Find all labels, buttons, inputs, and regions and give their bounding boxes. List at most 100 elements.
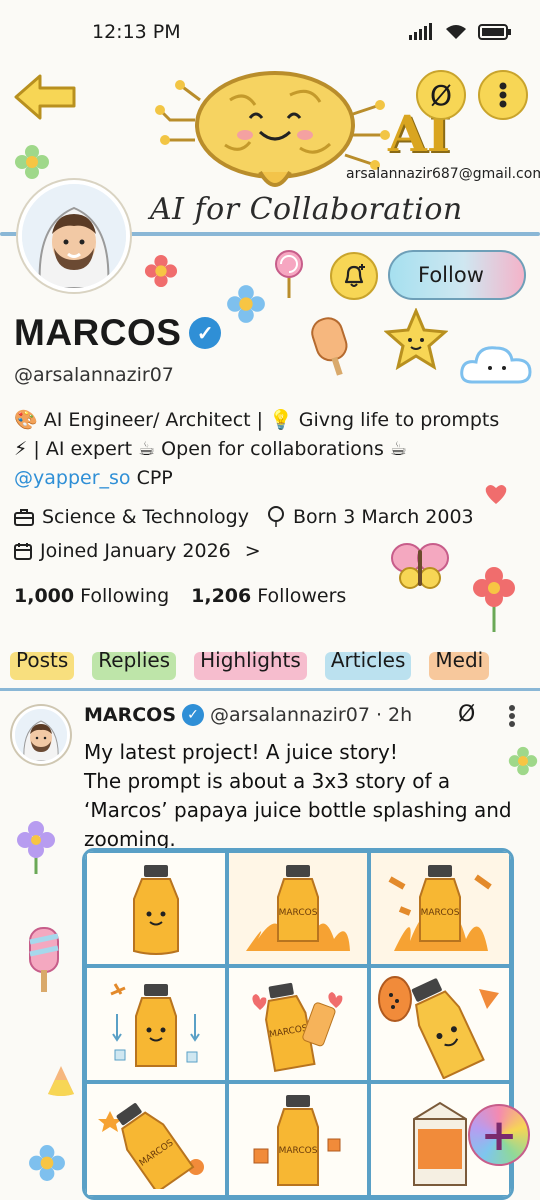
post-header: MARCOS ✓ @arsalannazir07 · 2h	[84, 704, 412, 726]
post-more-button[interactable]	[508, 704, 516, 732]
verified-badge-icon: ✓	[182, 704, 205, 726]
notify-bell-button[interactable]	[330, 252, 378, 300]
compose-fab-button[interactable]: +	[468, 1104, 530, 1166]
popsicle-icon	[311, 317, 348, 376]
followers-link[interactable]: 1,206 Followers	[191, 585, 346, 607]
born-text: Born 3 March 2003	[292, 506, 474, 528]
post-text-line: The prompt is about a 3x3 story of a ‘Ma…	[84, 769, 512, 851]
candy-corn-icon	[48, 1066, 74, 1096]
tab-posts[interactable]: Posts	[6, 644, 78, 684]
splash-icon: MARCOS	[246, 864, 350, 951]
briefcase-icon	[14, 509, 34, 526]
avatar-illustration	[15, 709, 67, 761]
bio-line: ⚡ | AI expert ☕ Open for collaborations …	[14, 438, 407, 460]
profile-handle: @arsalannazir07	[14, 364, 174, 386]
bio-suffix: CPP	[130, 467, 173, 489]
back-button[interactable]	[10, 72, 80, 122]
post-author-name[interactable]: MARCOS	[84, 704, 176, 726]
juice-bottle-icon: MARCOS	[253, 1095, 341, 1187]
flower-icon	[473, 567, 515, 632]
bio-line: 🎨 AI Engineer/ Architect | 💡 Givng life …	[14, 409, 500, 431]
status-icons	[408, 23, 512, 41]
category-item: Science & Technology	[14, 506, 249, 528]
tab-articles[interactable]: Articles	[321, 644, 416, 684]
post-handle-time: @arsalannazir07 · 2h	[210, 704, 413, 726]
bio-line: @yapper_so CPP	[14, 464, 514, 493]
signal-icon	[409, 23, 432, 40]
follow-label: Follow	[418, 263, 484, 287]
joined-text: Joined January 2026	[40, 540, 231, 562]
splash-icon: MARCOS	[388, 864, 492, 951]
flower-icon	[227, 285, 265, 323]
star-icon	[384, 308, 448, 370]
avatar-illustration	[22, 184, 126, 288]
profile-name-text: MARCOS	[14, 312, 182, 353]
cloud-icon	[460, 346, 532, 384]
post-image-grid[interactable]: MARCOS MARCOS MARCOS MARCOS MARCOS	[82, 848, 514, 1200]
grid-cell: MARCOS	[227, 1081, 369, 1197]
profile-tabs: Posts Replies Highlights Articles Medi	[0, 644, 540, 684]
profile-meta: Science & Technology Born 3 March 2003	[14, 506, 474, 528]
grid-cell: MARCOS	[369, 851, 511, 967]
grid-cell: MARCOS	[85, 1081, 227, 1197]
post-text-line: My latest project! A juice story!	[84, 740, 398, 764]
tab-highlights[interactable]: Highlights	[190, 644, 311, 684]
banner-title: AI for Collaboration	[150, 192, 463, 227]
back-arrow-icon	[14, 74, 76, 120]
svg-text:MARCOS: MARCOS	[279, 908, 318, 918]
tab-media[interactable]: Medi	[425, 644, 493, 684]
popsicle-icon	[29, 927, 59, 992]
following-link[interactable]: 1,000 Following	[14, 585, 169, 607]
wifi-icon	[446, 25, 466, 39]
banner-email: arsalannazir687@gmail.com	[346, 166, 540, 182]
flower-icon	[144, 254, 178, 288]
balloon-icon	[267, 506, 284, 527]
post-no-link-icon[interactable]: Ø	[458, 702, 475, 727]
grid-cell	[85, 851, 227, 967]
battery-icon	[478, 24, 511, 40]
followers-count: 1,206	[191, 585, 252, 607]
grid-cell: MARCOS	[227, 966, 369, 1082]
more-vertical-icon	[499, 82, 507, 108]
follow-button[interactable]: Follow	[388, 250, 526, 300]
followers-label: Followers	[257, 585, 347, 607]
flower-icon	[17, 821, 55, 874]
status-time: 12:13 PM	[92, 21, 181, 43]
no-link-button[interactable]: Ø	[416, 70, 466, 120]
juice-bottle-icon: MARCOS	[252, 982, 343, 1073]
verified-badge-icon: ✓	[189, 317, 222, 349]
category-text: Science & Technology	[42, 506, 249, 528]
chevron-right-icon: >	[244, 540, 261, 562]
no-link-icon: Ø	[429, 78, 453, 112]
post-author-avatar[interactable]	[12, 706, 70, 764]
profile-name: MARCOS ✓	[14, 312, 222, 354]
tab-replies[interactable]: Replies	[88, 644, 180, 684]
svg-text:MARCOS: MARCOS	[421, 908, 460, 918]
more-vertical-icon	[509, 705, 515, 727]
grid-cell	[85, 966, 227, 1082]
bell-plus-icon	[344, 264, 365, 287]
grid-cell: MARCOS	[227, 851, 369, 967]
calendar-icon	[14, 543, 32, 560]
bio-mention-link[interactable]: @yapper_so	[14, 467, 131, 489]
tabs-divider	[0, 688, 540, 691]
butterfly-icon	[391, 543, 449, 589]
born-item: Born 3 March 2003	[267, 506, 474, 528]
juice-bottle-icon	[133, 864, 179, 955]
juice-bottle-icon: MARCOS	[98, 1103, 204, 1190]
more-options-button[interactable]	[478, 70, 528, 120]
svg-text:MARCOS: MARCOS	[279, 1146, 318, 1156]
follow-counts: 1,000 Following 1,206 Followers	[14, 585, 346, 607]
post-text: My latest project! A juice story! The pr…	[84, 738, 514, 854]
profile-bio: 🎨 AI Engineer/ Architect | 💡 Givng life …	[14, 406, 514, 493]
profile-avatar[interactable]	[18, 180, 130, 292]
flower-icon	[29, 1145, 65, 1181]
plus-icon: +	[480, 1109, 518, 1161]
profile-screen: { "status_bar": {"time": "12:13 PM", "ba…	[0, 0, 540, 1200]
papaya-bottle-icon	[378, 975, 499, 1079]
grid-cell	[369, 966, 511, 1082]
joined-item[interactable]: Joined January 2026 >	[14, 540, 261, 562]
following-label: Following	[80, 585, 170, 607]
status-bar: 12:13 PM	[0, 0, 540, 64]
juice-bottle-icon	[110, 983, 200, 1067]
